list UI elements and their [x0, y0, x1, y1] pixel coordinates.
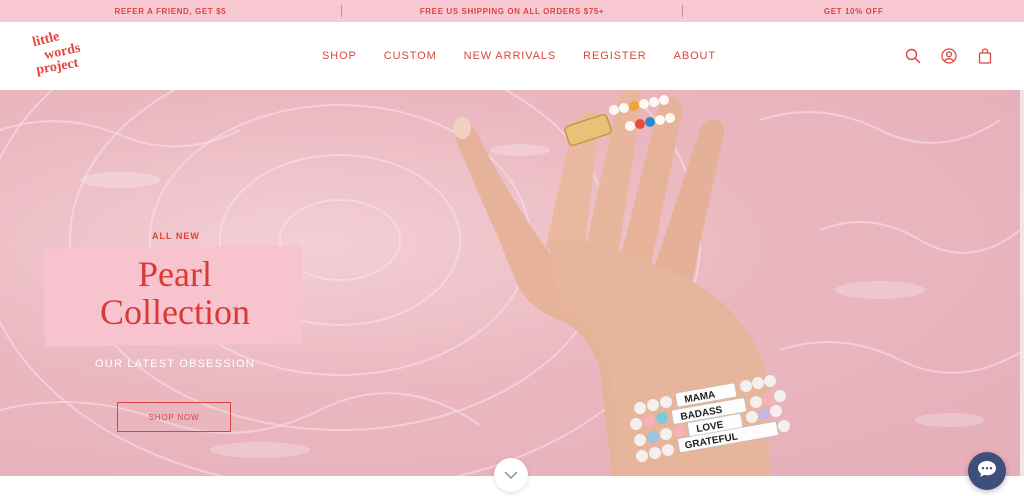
main-nav: SHOP CUSTOM NEW ARRIVALS REGISTER ABOUT	[322, 22, 743, 90]
hero-title-line1: Pearl	[138, 254, 212, 294]
account-icon[interactable]	[940, 47, 958, 65]
promo-free-shipping[interactable]: FREE US SHIPPING ON ALL ORDERS $75+	[342, 7, 683, 16]
site-header: little words project SHOP CUSTOM NEW ARR…	[0, 22, 1024, 90]
chat-bubble-icon	[977, 460, 997, 483]
hero-eyebrow: ALL NEW	[152, 231, 200, 241]
chat-button[interactable]	[968, 452, 1006, 490]
search-icon[interactable]	[904, 47, 922, 65]
header-actions	[904, 22, 994, 90]
nav-register[interactable]: REGISTER	[583, 50, 646, 62]
announcement-bar: REFER A FRIEND, GET $5 FREE US SHIPPING …	[0, 0, 1024, 22]
hero-title-line2: Collection	[100, 292, 250, 332]
nav-about[interactable]: ABOUT	[674, 50, 716, 62]
cart-icon[interactable]	[976, 47, 994, 65]
promo-refer-friend[interactable]: REFER A FRIEND, GET $5	[0, 7, 341, 16]
scroll-down-button[interactable]	[494, 458, 528, 492]
nav-new-arrivals[interactable]: NEW ARRIVALS	[464, 50, 557, 62]
nav-shop[interactable]: SHOP	[322, 50, 357, 62]
promo-discount[interactable]: GET 10% OFF	[683, 7, 1024, 16]
shop-now-button[interactable]: SHOP NOW	[117, 402, 231, 432]
nav-custom[interactable]: CUSTOM	[384, 50, 437, 62]
page-scrollbar[interactable]	[1020, 90, 1024, 476]
hero-title: Pearl Collection	[44, 255, 306, 331]
brand-logo[interactable]: little words project	[31, 29, 94, 81]
hero-subtitle: OUR LATEST OBSESSION	[95, 358, 255, 370]
chevron-down-icon	[504, 466, 518, 484]
